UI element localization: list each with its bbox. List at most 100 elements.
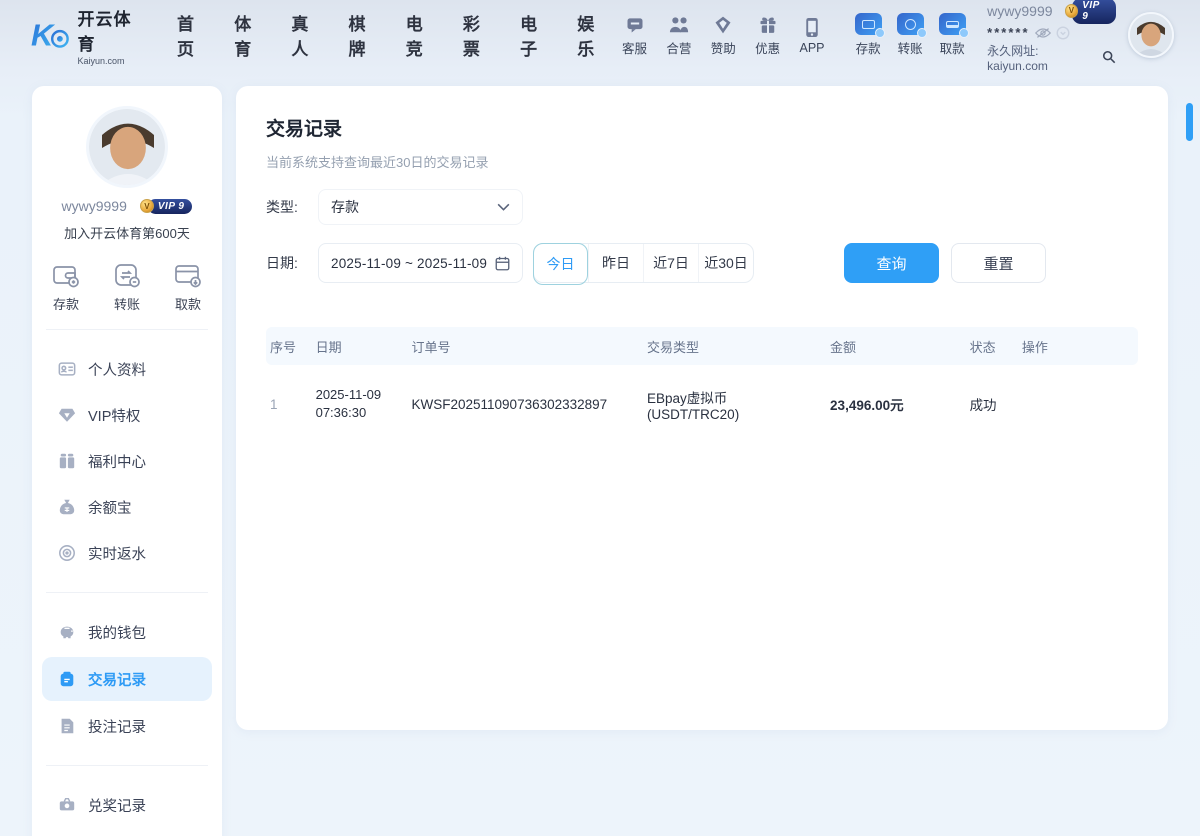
sidebar-item-rebate[interactable]: 实时返水: [32, 530, 222, 576]
shortcut-label: 存款: [52, 297, 79, 312]
chat-icon: [625, 13, 645, 35]
col-type: 交易类型: [640, 327, 825, 365]
deposit-button[interactable]: 存款: [847, 13, 889, 57]
type-select[interactable]: 存款: [318, 189, 523, 225]
search-button[interactable]: 查询: [844, 243, 939, 283]
range-yesterday-button[interactable]: 昨日: [588, 244, 643, 282]
sidebar-item-messages[interactable]: 消息中心 99+: [32, 828, 222, 836]
vip-badge[interactable]: V VIP 9: [1058, 0, 1117, 24]
withdraw-outline-icon: [174, 262, 202, 288]
deposit-icon: [854, 13, 885, 38]
nav-item-chess[interactable]: 棋牌: [349, 10, 381, 60]
date-range-input[interactable]: 2025-11-09 ~ 2025-11-09: [318, 243, 523, 283]
content-area: wywy9999 V VIP 9 加入开云体育第600天 存款 转账 取款 个人…: [0, 70, 1200, 836]
user-avatar[interactable]: [1128, 12, 1175, 58]
brand-domain: Kaiyun.com: [77, 55, 125, 66]
partner-button[interactable]: 合营: [660, 13, 698, 57]
brand-logo[interactable]: K 开云体育 Kaiyun.com: [30, 5, 147, 66]
sidebar-avatar[interactable]: [86, 106, 168, 188]
cell-order-no: KWSF202511090736302332897: [411, 396, 608, 412]
nav-item-slots[interactable]: 电子: [520, 10, 552, 60]
sponsor-button[interactable]: 赞助: [704, 13, 742, 57]
cell-date-time: 07:36:30: [315, 405, 367, 420]
nav-item-entertainment[interactable]: 娱乐: [577, 10, 609, 60]
nav-item-sports[interactable]: 体育: [234, 10, 266, 60]
sidebar-item-welfare[interactable]: 福利中心: [32, 438, 222, 484]
sidebar-item-vip[interactable]: VIP特权: [32, 392, 222, 438]
sidebar-item-label: 实时返水: [88, 546, 146, 563]
sidebar-transfer-button[interactable]: 转账: [113, 262, 141, 313]
sidebar-item-wallet[interactable]: 我的钱包: [32, 609, 222, 655]
transactions-table: 序号 日期 订单号 交易类型 金额 状态 操作 1 2025-11-09 07:…: [266, 327, 1138, 443]
phone-icon: [804, 16, 820, 38]
customer-service-button[interactable]: 客服: [615, 13, 653, 57]
range-today-button[interactable]: 今日: [533, 243, 588, 285]
range-30days-button[interactable]: 近30日: [698, 244, 753, 282]
sidebar: wywy9999 V VIP 9 加入开云体育第600天 存款 转账 取款 个人…: [32, 86, 222, 836]
divider: [46, 329, 208, 330]
sidebar-item-label: 个人资料: [88, 362, 146, 379]
header-right: 客服 合营 赞助 优惠 APP 存款 转账 取款 wywy9999 V VIP …: [609, 0, 1175, 73]
kaiyun-logo-icon: K: [31, 18, 69, 53]
sidebar-item-label: 兑奖记录: [88, 798, 146, 815]
date-quick-ranges: 今日 昨日 近7日 近30日: [533, 243, 754, 285]
transaction-record-icon: [60, 671, 74, 687]
sidebar-deposit-button[interactable]: 存款: [52, 262, 80, 313]
range-7days-button[interactable]: 近7日: [643, 244, 698, 282]
diamond-icon: [713, 13, 733, 35]
nav-item-live[interactable]: 真人: [291, 10, 323, 60]
withdraw-button[interactable]: 取款: [931, 13, 973, 57]
brand-text: 开云体育 Kaiyun.com: [78, 5, 148, 66]
nav-item-home[interactable]: 首页: [177, 10, 209, 60]
date-range-value: 2025-11-09 ~ 2025-11-09: [331, 255, 488, 271]
sidebar-item-label: 余额宝: [88, 500, 132, 517]
nav-item-lottery[interactable]: 彩票: [463, 10, 495, 60]
cell-amount: 23,496.00元: [830, 398, 904, 413]
bet-record-icon: [61, 718, 74, 734]
date-filter-row: 日期: 2025-11-09 ~ 2025-11-09 今日 昨日 近7日 近3…: [266, 243, 1138, 285]
col-status: 状态: [963, 327, 1016, 365]
transfer-button[interactable]: 转账: [889, 13, 931, 57]
promo-button[interactable]: 优惠: [748, 13, 786, 57]
cell-action: [1016, 365, 1138, 443]
sidebar-item-bets[interactable]: 投注记录: [32, 703, 222, 749]
sidebar-item-prizes[interactable]: 兑奖记录: [32, 782, 222, 828]
vip-level-label: VIP 9: [147, 198, 193, 214]
wallet-actions: 存款 转账 取款: [847, 13, 973, 57]
sidebar-vip-badge[interactable]: V VIP 9: [133, 198, 193, 214]
sidebar-item-label: 交易记录: [88, 672, 146, 689]
top-header: K 开云体育 Kaiyun.com 首页 体育 真人 棋牌 电竞 彩票 电子 娱…: [0, 0, 1200, 73]
vip-diamond-icon: [58, 408, 76, 422]
page-scrollbar-thumb[interactable]: [1186, 103, 1193, 141]
sidebar-item-yuebao[interactable]: 余额宝: [32, 484, 222, 530]
sidebar-item-transactions[interactable]: 交易记录: [42, 657, 212, 701]
prize-record-icon: [59, 797, 75, 811]
reset-button[interactable]: 重置: [951, 243, 1046, 283]
sidebar-shortcuts: 存款 转账 取款: [32, 262, 222, 313]
sidebar-user-row: wywy9999 V VIP 9: [32, 198, 222, 214]
eye-off-icon[interactable]: [1034, 27, 1051, 39]
cell-index: 1: [270, 396, 278, 412]
type-label: 类型:: [266, 199, 298, 215]
brand-name: 开云体育: [77, 9, 132, 54]
quick-icon-label: 客服: [622, 42, 648, 56]
sidebar-item-label: 投注记录: [88, 719, 146, 736]
chevron-circle-icon[interactable]: [1056, 26, 1070, 40]
withdraw-icon: [938, 13, 969, 38]
type-select-value: 存款: [331, 199, 359, 215]
sidebar-item-profile[interactable]: 个人资料: [32, 346, 222, 392]
sidebar-item-label: 福利中心: [88, 454, 146, 471]
nav-item-esports[interactable]: 电竞: [406, 10, 438, 60]
date-label: 日期:: [266, 255, 298, 271]
permanent-url-label: 永久网址: kaiyun.com: [987, 43, 1048, 73]
magnifier-icon[interactable]: [1102, 50, 1116, 64]
wallet-icon-label: 存款: [855, 42, 881, 56]
transaction-panel: 交易记录 当前系统支持查询最近30日的交易记录 类型: 存款 日期: 2025-…: [236, 86, 1168, 730]
col-date: 日期: [309, 327, 406, 365]
quick-icon-label: 优惠: [755, 42, 781, 56]
main-nav: 首页 体育 真人 棋牌 电竞 彩票 电子 娱乐: [177, 10, 609, 60]
app-download-button[interactable]: APP: [793, 16, 831, 55]
quick-icon-label: 合营: [666, 42, 692, 56]
cell-date: 2025-11-09 07:36:30: [310, 365, 406, 443]
sidebar-withdraw-button[interactable]: 取款: [174, 262, 202, 313]
